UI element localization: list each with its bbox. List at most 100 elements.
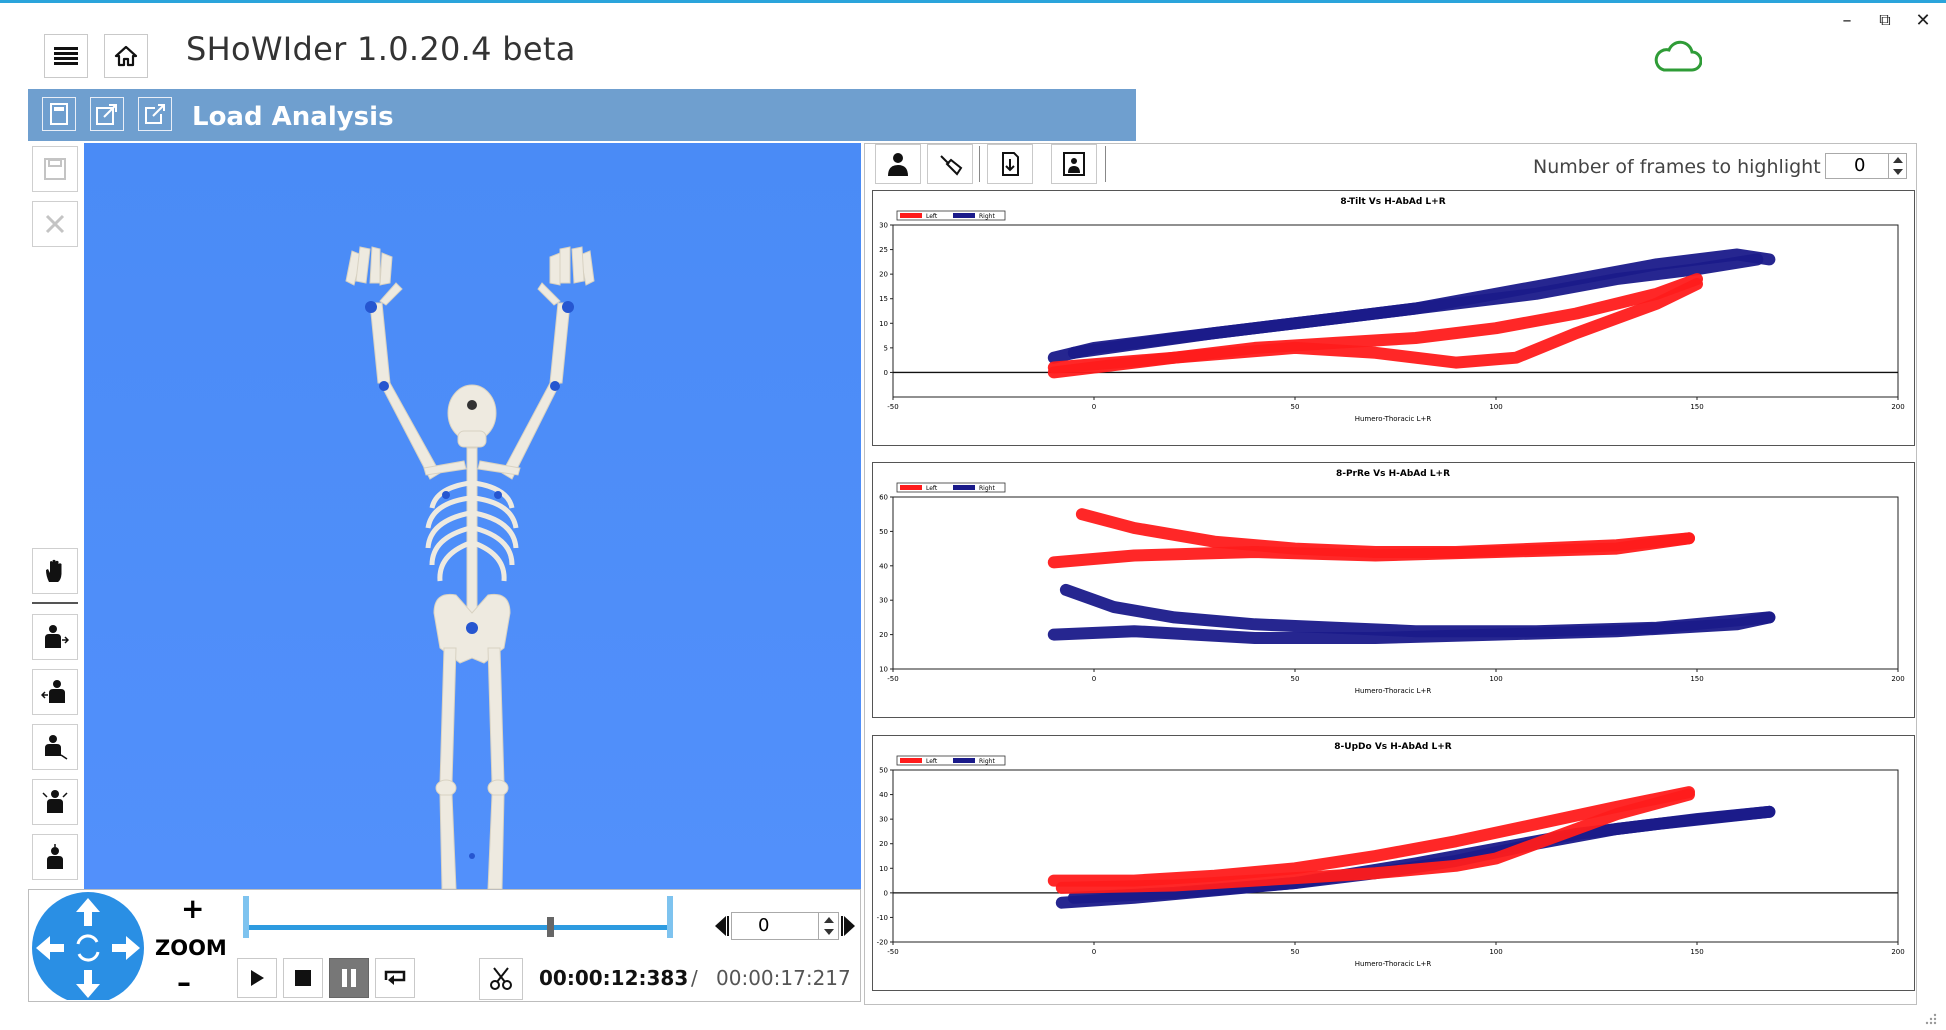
time-separator: /: [691, 966, 698, 990]
close-window-button[interactable]: ✕: [1910, 10, 1936, 31]
calculator-button[interactable]: [42, 97, 76, 131]
calculator-icon: [50, 103, 68, 125]
side-divider: [32, 602, 78, 604]
chart-updo-svg: 8-UpDo Vs H-AbAd L+R-50 0 50 100 150 200-20-1…: [877, 742, 1905, 968]
legend-left-swatch: [900, 758, 922, 763]
cut-button[interactable]: [479, 958, 523, 1000]
play-icon: [251, 970, 264, 986]
home-button[interactable]: [104, 34, 148, 78]
view-back-button[interactable]: [32, 779, 78, 825]
home-icon: [114, 45, 138, 67]
import-icon: [1002, 152, 1019, 176]
frame-stepper[interactable]: [818, 913, 839, 939]
play-button[interactable]: [237, 958, 277, 998]
hand-icon: [46, 559, 62, 582]
view-front-button[interactable]: [32, 724, 78, 770]
x-tick-label: 100: [1489, 403, 1502, 411]
open-external-button[interactable]: [138, 97, 172, 131]
y-tick-label: 30: [879, 222, 888, 230]
clear-button[interactable]: [927, 144, 973, 184]
skeleton-model: [84, 143, 861, 889]
legend-left-label: Left: [926, 485, 938, 492]
x-axis-label: Humero-Thoracic L+R: [1355, 687, 1432, 695]
view-back-icon: [42, 790, 68, 813]
view-right-icon: [41, 680, 65, 703]
chart-title: 8-UpDo Vs H-AbAd L+R: [1334, 742, 1451, 752]
highlight-frames-input[interactable]: 0: [1825, 153, 1907, 179]
current-time: 00:00:12:383: [539, 966, 689, 990]
x-tick-label: 150: [1690, 403, 1703, 411]
y-tick-label: 50: [879, 528, 888, 536]
x-tick-label: 150: [1690, 948, 1703, 956]
open-external-icon: [145, 104, 165, 124]
navigation-pad[interactable]: [31, 892, 145, 1000]
pause-button[interactable]: [329, 958, 369, 998]
loop-button[interactable]: [375, 958, 415, 998]
x-tick-label: 50: [1291, 403, 1300, 411]
view-top-button[interactable]: [32, 834, 78, 880]
import-button[interactable]: [987, 144, 1033, 184]
zoom-out-button[interactable]: –: [177, 966, 191, 999]
app-title: SHoWIder 1.0.20.4 beta: [186, 30, 576, 68]
view-front-icon: [45, 735, 68, 760]
legend-right-label: Right: [979, 758, 995, 765]
resize-grip-icon[interactable]: [1922, 1010, 1938, 1026]
pan-button[interactable]: [32, 548, 78, 594]
view-left-icon: [45, 625, 69, 648]
export-icon: [96, 104, 117, 125]
timeline-track[interactable]: [249, 925, 667, 930]
y-tick-label: 10: [879, 320, 888, 328]
frame-value: 0: [758, 915, 770, 936]
timeline-thumb[interactable]: [546, 917, 554, 937]
legend-left-label: Left: [926, 758, 938, 765]
close-icon: [45, 214, 65, 234]
menu-button[interactable]: [44, 34, 88, 78]
highlight-frames-stepper[interactable]: [1888, 154, 1907, 178]
chart-title: 8-PrRe Vs H-AbAd L+R: [1336, 469, 1450, 479]
window-top-accent: [0, 0, 1946, 3]
discard-button[interactable]: [32, 201, 78, 247]
highlight-frames-label: Number of frames to highlight: [1533, 156, 1821, 178]
x-tick-label: 50: [1291, 948, 1300, 956]
toolbar-separator: [979, 146, 980, 182]
x-tick-label: 0: [1092, 948, 1096, 956]
legend-right-swatch: [953, 213, 975, 218]
person-icon: [888, 153, 908, 176]
report-button[interactable]: [1051, 144, 1097, 184]
zoom-in-button[interactable]: +: [181, 892, 204, 925]
view-left-button[interactable]: [32, 614, 78, 660]
x-tick-label: -50: [887, 403, 898, 411]
prev-frame-icon[interactable]: [713, 914, 729, 938]
stop-icon: [295, 970, 311, 986]
x-axis-label: Humero-Thoracic L+R: [1355, 960, 1432, 968]
y-tick-label: 0: [884, 889, 888, 897]
y-tick-label: -20: [877, 939, 888, 947]
y-tick-label: 5: [884, 344, 888, 352]
subject-button[interactable]: [875, 144, 921, 184]
frame-input[interactable]: 0: [731, 912, 839, 940]
timeline-end-handle[interactable]: [667, 896, 673, 938]
y-tick-label: 10: [879, 865, 888, 873]
save-button[interactable]: [32, 146, 78, 192]
scissors-icon: [490, 967, 512, 990]
section-header: Load Analysis: [28, 89, 1136, 141]
restore-button[interactable]: ⧉: [1872, 10, 1898, 30]
timeline-start-handle[interactable]: [243, 896, 249, 938]
minimize-button[interactable]: –: [1834, 10, 1860, 31]
stop-button[interactable]: [283, 958, 323, 998]
save-icon: [44, 158, 66, 180]
report-icon: [1063, 152, 1085, 176]
chart-prre: 8-PrRe Vs H-AbAd L+R -50 0 50 100 150 200 10 20 3…: [872, 462, 1915, 718]
legend-right-swatch: [953, 485, 975, 490]
next-frame-icon[interactable]: [841, 914, 857, 938]
pause-icon: [342, 969, 356, 987]
cloud-sync-icon[interactable]: [1652, 40, 1702, 74]
y-tick-label: 25: [879, 246, 888, 254]
y-tick-label: 60: [879, 494, 888, 502]
zoom-label: ZOOM: [155, 936, 227, 960]
chart-prre-svg: 8-PrRe Vs H-AbAd L+R -50 0 50 100 150 200 10 20 3…: [879, 469, 1905, 695]
legend-left-swatch: [900, 213, 922, 218]
view-right-button[interactable]: [32, 669, 78, 715]
skeleton-3d-viewport[interactable]: [84, 143, 861, 889]
export-button[interactable]: [90, 97, 124, 131]
